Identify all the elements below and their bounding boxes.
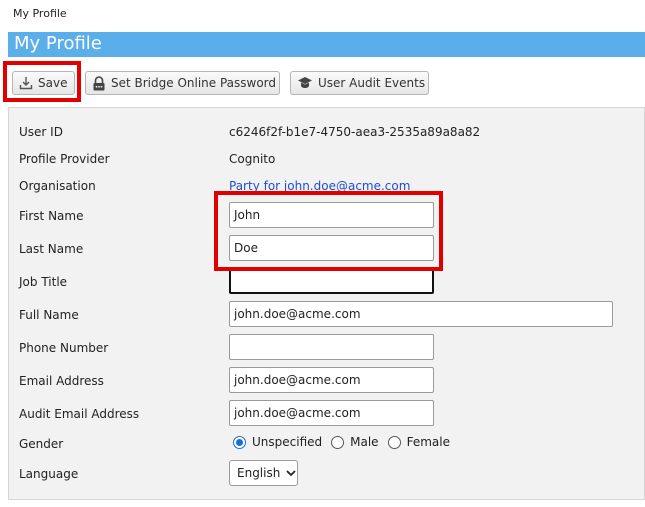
gender-radio-group: Unspecified Male Female <box>233 435 459 449</box>
language-select-value: English <box>237 466 281 480</box>
user-badge-icon <box>297 76 313 90</box>
lock-icon <box>92 75 106 91</box>
job-title-label: Job Title <box>19 275 68 289</box>
audit-email-address-input[interactable]: john.doe@acme.com <box>229 400 434 426</box>
save-button-label: Save <box>38 76 68 90</box>
job-title-input[interactable] <box>229 268 434 294</box>
user-audit-events-button[interactable]: User Audit Events <box>290 71 429 95</box>
language-label: Language <box>19 467 79 481</box>
first-name-input[interactable]: John <box>229 202 434 228</box>
phone-number-input[interactable] <box>229 334 434 360</box>
full-name-label: Full Name <box>19 308 79 322</box>
organisation-value: Party for john.doe@acme.com <box>229 179 410 193</box>
language-select[interactable]: English <box>229 460 298 486</box>
email-address-input[interactable]: john.doe@acme.com <box>229 367 434 393</box>
set-bridge-online-password-button[interactable]: Set Bridge Online Password <box>85 71 280 95</box>
set-bridge-online-password-label: Set Bridge Online Password <box>111 76 277 90</box>
phone-number-label: Phone Number <box>19 341 109 355</box>
page-title-bar: My Profile <box>8 32 645 57</box>
chevron-down-icon <box>286 469 296 477</box>
first-name-label: First Name <box>19 209 84 223</box>
organisation-label: Organisation <box>19 179 96 193</box>
user-id-value: c6246f2f-b1e7-4750-aea3-2535a89a8a82 <box>229 125 481 139</box>
user-audit-events-label: User Audit Events <box>318 76 426 90</box>
gender-option-male-label: Male <box>350 435 379 449</box>
gender-radio-unspecified[interactable] <box>233 435 246 449</box>
gender-label: Gender <box>19 437 64 451</box>
audit-email-address-label: Audit Email Address <box>19 407 140 421</box>
full-name-input[interactable]: john.doe@acme.com <box>229 301 613 327</box>
gender-option-unspecified-label: Unspecified <box>252 435 323 449</box>
save-button[interactable]: Save <box>12 71 75 95</box>
email-address-label: Email Address <box>19 374 104 388</box>
organisation-link[interactable]: Party for john.doe@acme.com <box>229 179 410 193</box>
breadcrumb: My Profile <box>13 7 67 20</box>
profile-provider-label: Profile Provider <box>19 152 110 166</box>
last-name-input[interactable]: Doe <box>229 235 434 261</box>
profile-provider-value: Cognito <box>229 152 276 166</box>
page-title: My Profile <box>14 33 102 54</box>
user-id-label: User ID <box>19 125 63 139</box>
last-name-label: Last Name <box>19 242 84 256</box>
gender-option-female-label: Female <box>406 435 450 449</box>
gender-radio-male[interactable] <box>331 435 345 449</box>
download-tray-icon <box>19 76 33 90</box>
gender-radio-female[interactable] <box>387 435 401 449</box>
